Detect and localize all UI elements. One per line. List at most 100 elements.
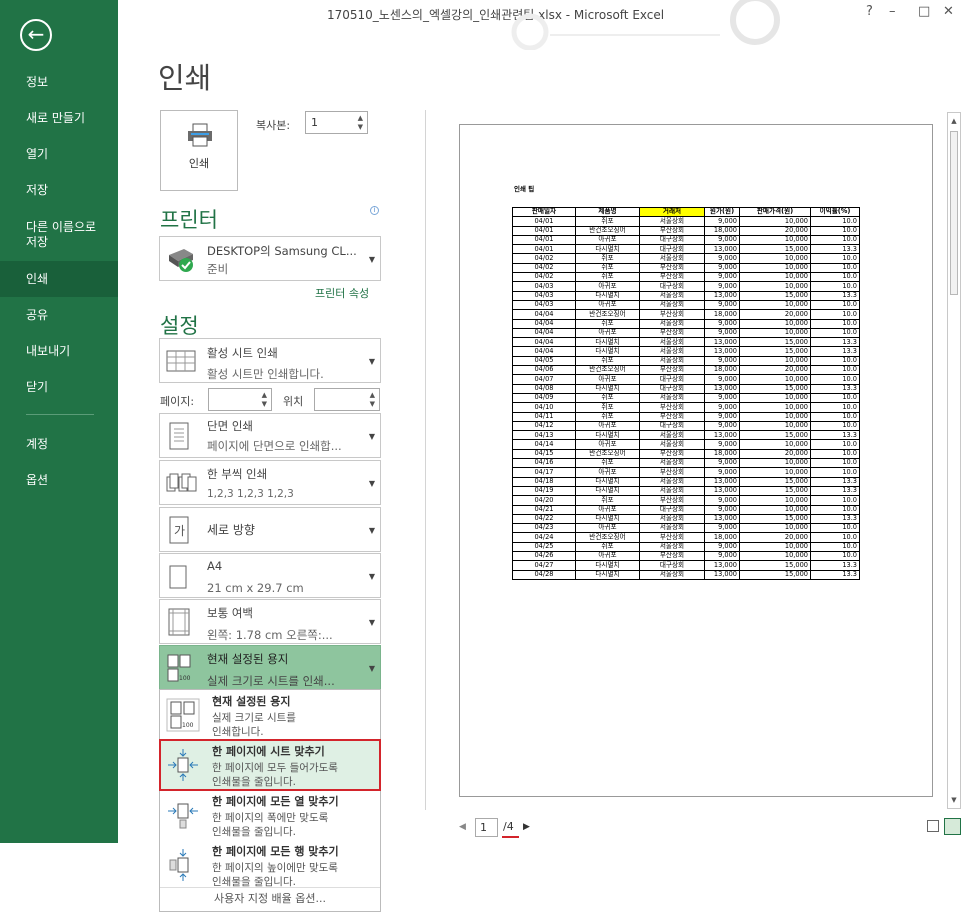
current-page-input[interactable]: 1 (475, 818, 498, 837)
nav-item-open[interactable]: 열기 (0, 136, 118, 172)
spin-up-icon[interactable]: ▲ (370, 391, 375, 399)
table-cell: 04/22 (512, 513, 576, 525)
table-cell: 9,000 (704, 402, 740, 413)
table-cell: 04/02 (512, 253, 576, 264)
paper-size-dropdown[interactable]: A4 21 cm x 29.7 cm ▼ (159, 553, 381, 598)
table-row: 04/27 다시멸치 대구상회 13,000 15,000 13.3 (512, 560, 860, 571)
table-cell: 10.0 (810, 457, 860, 469)
table-cell: 10.0 (810, 262, 860, 274)
table-row: 04/04 쥐포 서울상회 9,000 10,000 10.0 (512, 318, 860, 329)
nav-item-close[interactable]: 닫기 (0, 369, 118, 405)
duplex-dropdown[interactable]: 단면 인쇄 페이지에 단면으로 인쇄합... ▼ (159, 413, 381, 458)
back-arrow-icon[interactable]: ← (20, 19, 52, 51)
table-row: 04/28 다시멸치 서울상회 13,000 15,000 13.3 (512, 569, 860, 580)
preview-scrollbar[interactable]: ▲ ▼ (947, 112, 961, 809)
fit-columns-icon (168, 803, 198, 829)
scrollbar-thumb[interactable] (950, 131, 958, 295)
spin-down-icon[interactable]: ▼ (370, 400, 375, 408)
nav-item-account[interactable]: 계정 (0, 426, 118, 462)
table-cell: 반건조오징어 (575, 365, 640, 376)
table-cell: 13,000 (704, 383, 740, 394)
print-what-dropdown[interactable]: 활성 시트 인쇄 활성 시트만 인쇄합니다. ▼ (159, 338, 381, 383)
table-cell: 쥐포 (575, 216, 640, 227)
next-page-icon[interactable]: ▶ (523, 822, 530, 832)
help-icon[interactable]: ? (866, 4, 873, 19)
table-cell: 04/28 (512, 569, 576, 580)
table-cell: 13.3 (810, 290, 860, 301)
table-cell: 쥐포 (575, 411, 640, 422)
option-desc-line2: 인쇄물을 줄입니다. (212, 776, 296, 788)
pages-to-input[interactable]: ▲ ▼ (314, 388, 380, 411)
printer-dropdown[interactable]: DESKTOP의 Samsung CL... 준비 ▼ (159, 236, 381, 281)
info-icon[interactable]: i (370, 206, 379, 215)
table-row: 04/04 다시멸치 서울상회 13,000 15,000 13.3 (512, 337, 860, 348)
option-title: 한 페이지에 시트 맞추기 (212, 745, 325, 758)
scroll-down-icon[interactable]: ▼ (948, 793, 960, 807)
table-cell: 10.0 (810, 411, 860, 422)
scaling-option-fit-columns[interactable]: 한 페이지에 모든 열 맞추기 한 페이지의 폭에만 맞도록 인쇄물을 줄입니다… (160, 790, 380, 840)
nav-item-new[interactable]: 새로 만들기 (0, 100, 118, 136)
table-cell: 반건조오징어 (575, 532, 640, 543)
restore-icon[interactable]: □ (918, 4, 930, 19)
spin-down-icon[interactable]: ▼ (358, 123, 363, 131)
table-cell: 9,000 (704, 262, 740, 274)
table-cell: 13.3 (810, 346, 860, 357)
table-cell: 9,000 (704, 541, 740, 553)
actual-size-icon: 100 (167, 654, 191, 682)
custom-scaling-options-link[interactable]: 사용자 지정 배율 옵션... (160, 887, 380, 911)
orientation-dropdown[interactable]: 가 세로 방향 ▼ (159, 507, 381, 552)
scaling-option-fit-sheet[interactable]: 한 페이지에 시트 맞추기 한 페이지에 모두 들어가도록 인쇄물을 줄입니다. (159, 739, 381, 791)
table-cell: 10.0 (810, 216, 860, 227)
chevron-down-icon: ▼ (368, 431, 375, 441)
spin-up-icon[interactable]: ▲ (358, 114, 363, 122)
collate-dropdown[interactable]: 한 부씩 인쇄 1,2,3 1,2,3 1,2,3 ▼ (159, 460, 381, 505)
nav-item-save-as[interactable]: 다른 이름으로 저장 (0, 217, 100, 253)
table-row: 04/02 쥐포 부산상회 9,000 10,000 10.0 (512, 272, 860, 283)
copies-input[interactable]: 1 ▲ ▼ (305, 111, 368, 134)
pages-label: 페이지: (160, 395, 195, 408)
table-cell: 부산상회 (639, 402, 705, 413)
table-header-row: 판매일자 제품명 거래처 원가(원) 판매가격(원) 이익률(%) (512, 206, 860, 218)
nav-item-info[interactable]: 정보 (0, 64, 118, 100)
nav-item-share[interactable]: 공유 (0, 297, 118, 333)
option-title: 현재 설정된 용지 (212, 695, 291, 708)
table-cell: 쥐포 (575, 262, 640, 274)
margins-dropdown[interactable]: 보통 여백 왼쪽: 1.78 cm 오른쪽:... ▼ (159, 599, 381, 644)
table-cell: 13,000 (704, 346, 740, 357)
scaling-dropdown[interactable]: 100 현재 설정된 용지 실제 크기로 시트를 인쇄... ▼ (159, 645, 381, 690)
print-button[interactable]: 인쇄 (160, 110, 238, 191)
margins-icon (168, 608, 190, 636)
minimize-icon[interactable]: – (889, 4, 896, 19)
nav-item-print[interactable]: 인쇄 (0, 261, 118, 297)
spin-up-icon[interactable]: ▲ (262, 391, 267, 399)
table-cell: 10,000 (739, 495, 811, 506)
table-cell: 04/01 (512, 244, 576, 255)
table-cell: 10.0 (810, 253, 860, 264)
table-cell: 부산상회 (639, 495, 705, 506)
pages-from-input[interactable]: ▲ ▼ (208, 388, 272, 411)
scroll-up-icon[interactable]: ▲ (948, 114, 960, 128)
sheet-grid-icon (166, 350, 196, 372)
nav-item-options[interactable]: 옵션 (0, 462, 118, 498)
table-cell: 부산상회 (639, 467, 705, 478)
table-cell: 부산상회 (639, 272, 705, 283)
nav-item-export[interactable]: 내보내기 (0, 333, 118, 369)
table-cell: 18,000 (704, 448, 740, 460)
nav-item-save[interactable]: 저장 (0, 172, 118, 208)
close-icon[interactable]: ✕ (943, 4, 954, 19)
spin-down-icon[interactable]: ▼ (262, 400, 267, 408)
table-cell: 10,000 (739, 216, 811, 227)
scaling-option-fit-rows[interactable]: 한 페이지에 모든 행 맞추기 한 페이지의 높이에만 맞도록 인쇄물을 줄입니… (160, 840, 380, 890)
svg-text:100: 100 (182, 722, 194, 729)
printer-properties-link[interactable]: 프린터 속성 (315, 285, 369, 301)
zoom-to-page-icon[interactable] (944, 818, 961, 835)
table-cell: 15,000 (739, 513, 811, 525)
table-cell: 04/12 (512, 420, 576, 432)
table-row: 04/17 아귀포 부산상회 9,000 10,000 10.0 (512, 467, 860, 478)
chevron-down-icon: ▼ (368, 617, 375, 627)
show-margins-icon[interactable] (927, 820, 939, 832)
scaling-option-actual-size[interactable]: 100 현재 설정된 용지 실제 크기로 시트를 인쇄합니다. (160, 690, 380, 740)
previous-page-icon[interactable]: ◀ (459, 822, 466, 832)
paper-size-icon (169, 565, 187, 589)
table-row: 04/18 다시멸치 서울상회 13,000 15,000 13.3 (512, 476, 860, 487)
